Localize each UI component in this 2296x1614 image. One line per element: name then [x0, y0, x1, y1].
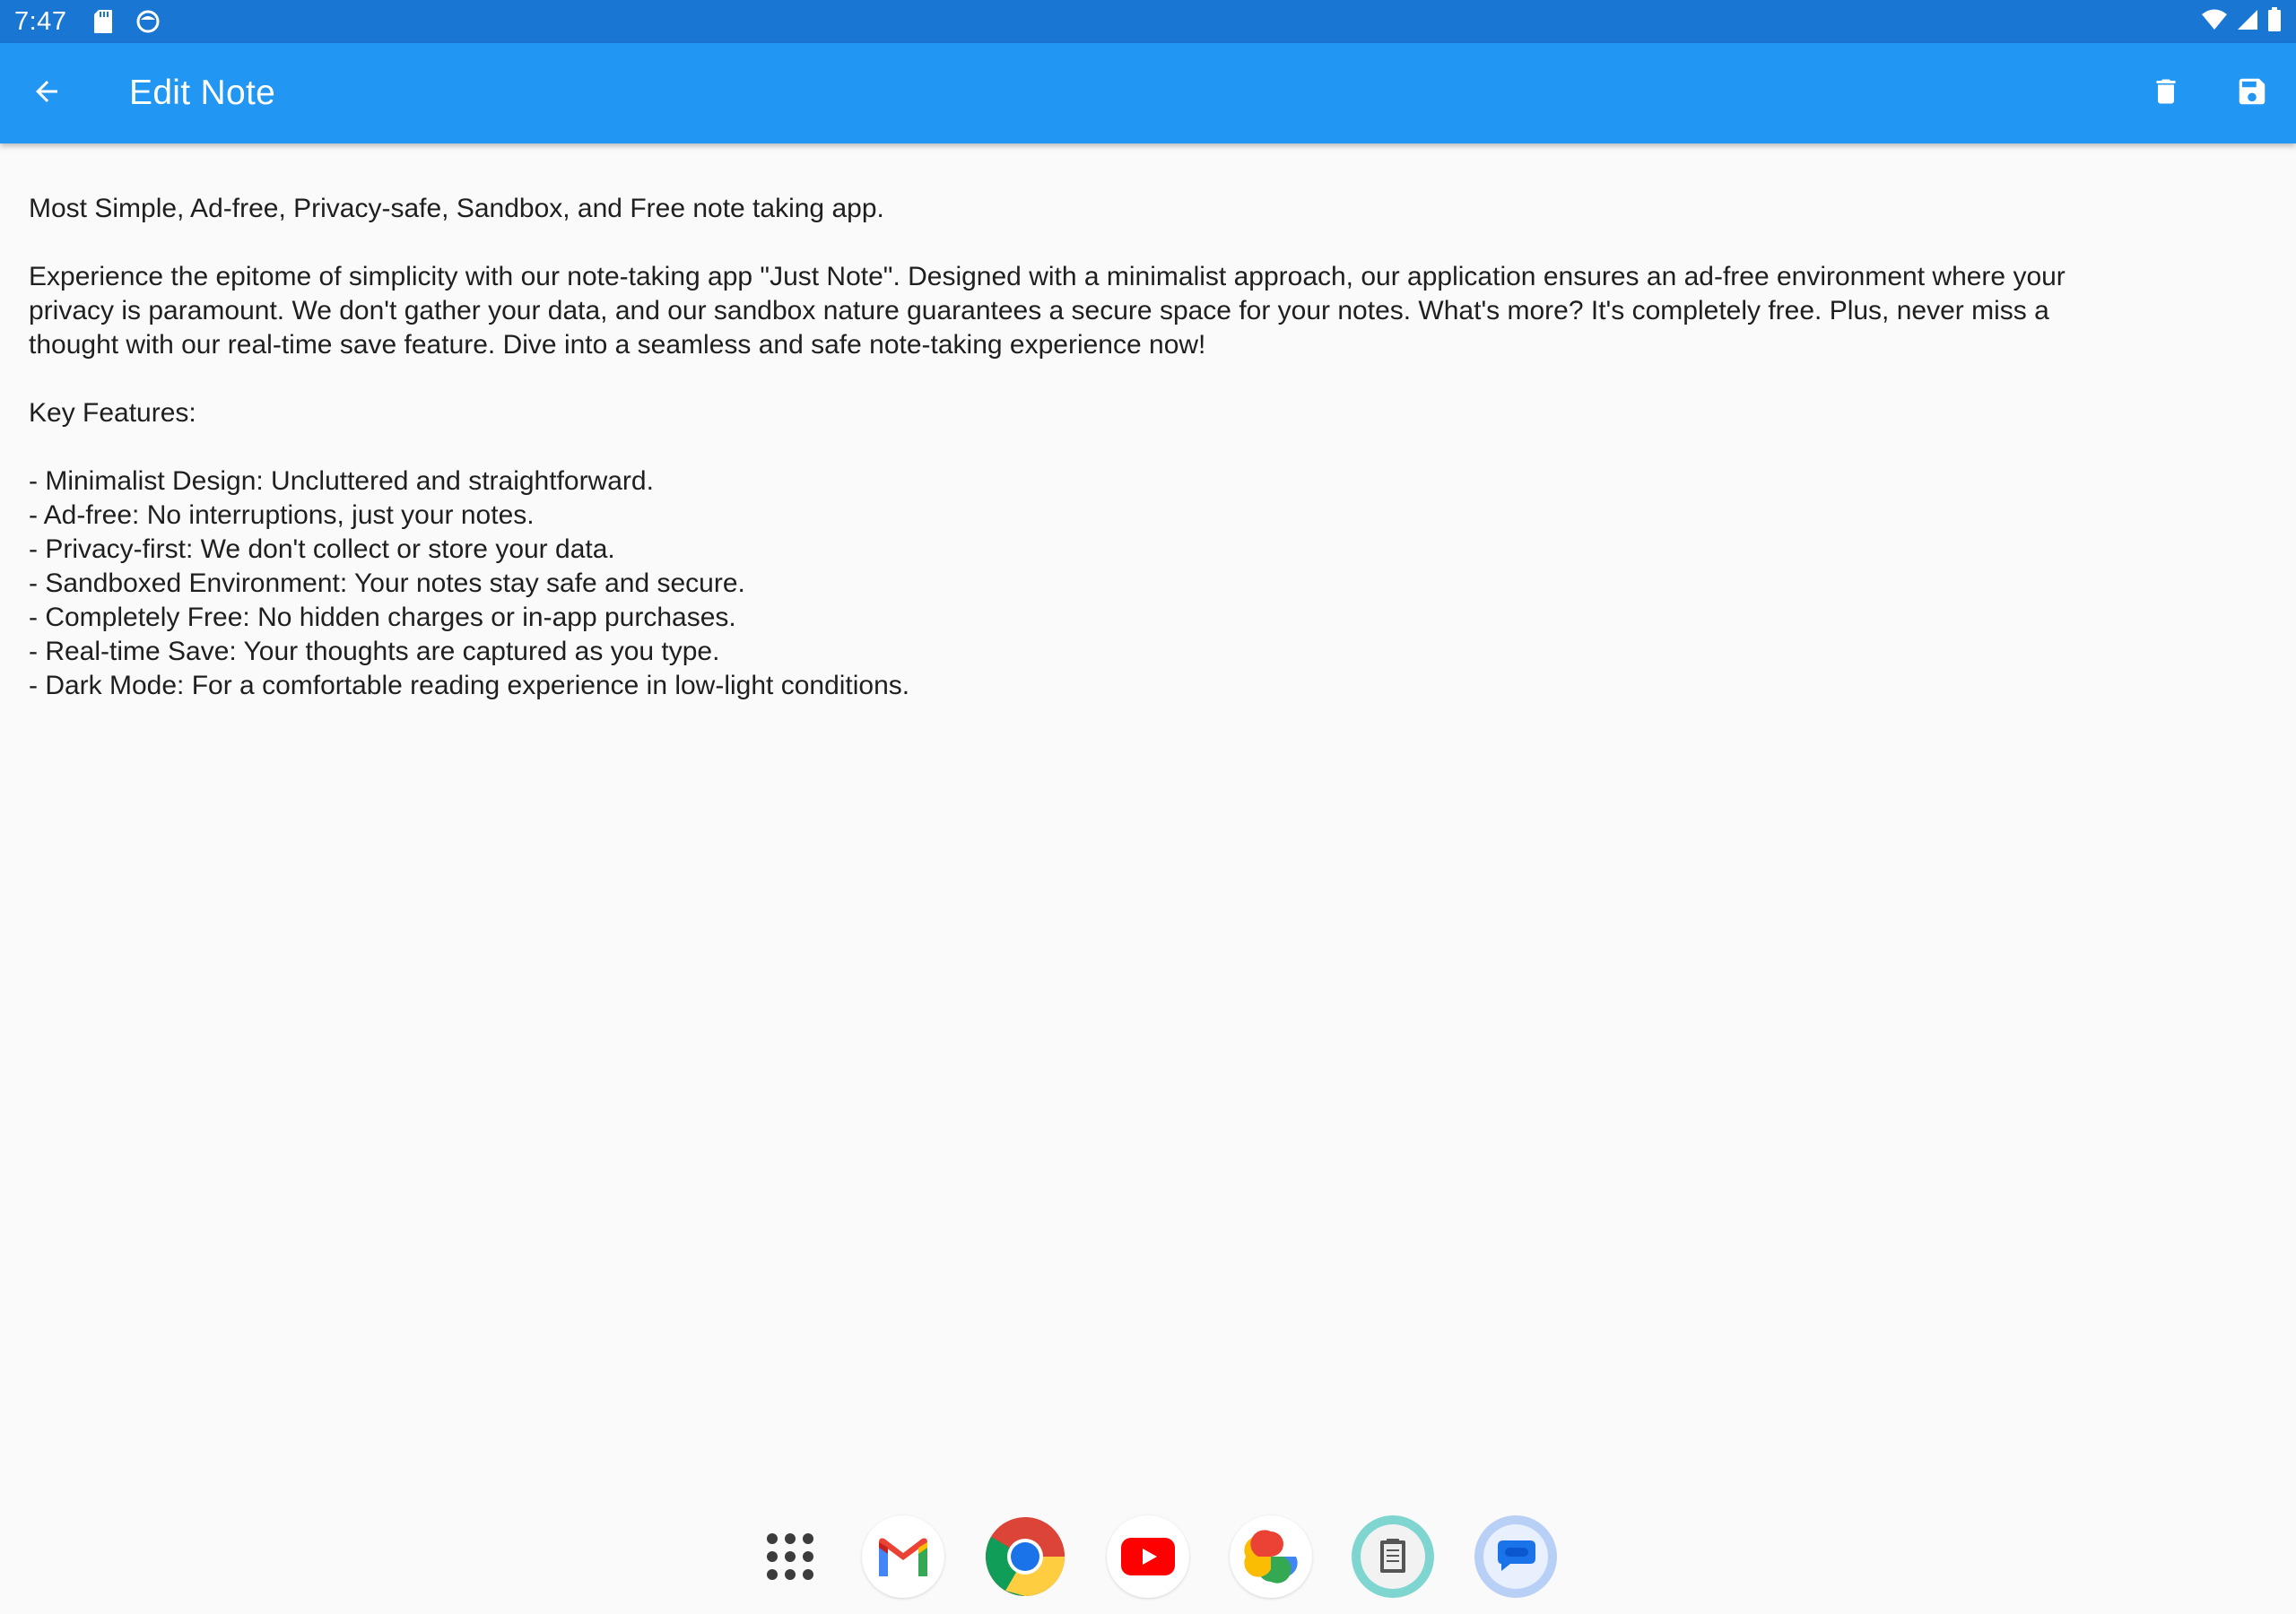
face-icon [135, 8, 161, 35]
signal-icon [2237, 9, 2258, 35]
youtube-icon[interactable] [1107, 1515, 1189, 1598]
messages-icon[interactable] [1474, 1515, 1557, 1598]
delete-button[interactable] [2141, 68, 2191, 118]
apps-grid-icon[interactable] [749, 1515, 831, 1598]
battery-icon [2267, 6, 2282, 37]
page-title: Edit Note [129, 74, 276, 112]
notes-app-icon[interactable] [1352, 1515, 1434, 1598]
status-time: 7:47 [14, 6, 67, 36]
app-dock [0, 1515, 2296, 1601]
wifi-icon [2201, 8, 2228, 36]
app-bar: Edit Note [0, 43, 2296, 143]
save-icon [2235, 74, 2269, 113]
save-button[interactable] [2227, 68, 2277, 118]
arrow-back-icon [30, 75, 63, 112]
photos-icon[interactable] [1230, 1515, 1312, 1598]
note-content-field[interactable]: Most Simple, Ad-free, Privacy-safe, Sand… [29, 192, 2253, 703]
status-bar: 7:47 [0, 0, 2296, 43]
delete-icon [2150, 75, 2182, 112]
chrome-icon[interactable] [984, 1515, 1066, 1598]
sd-card-icon [90, 8, 117, 35]
back-button[interactable] [22, 68, 72, 118]
gmail-icon[interactable] [862, 1515, 944, 1598]
